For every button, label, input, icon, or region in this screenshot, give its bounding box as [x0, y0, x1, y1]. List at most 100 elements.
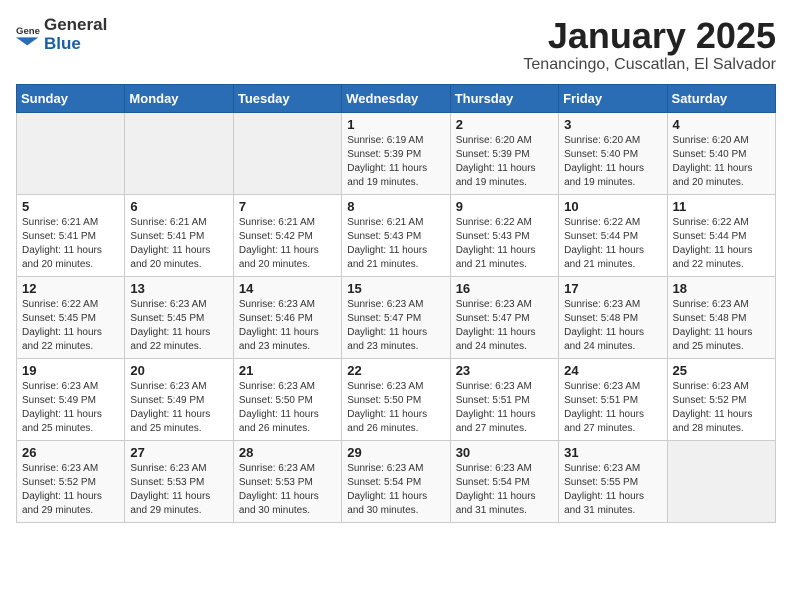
weekday-header-monday: Monday — [125, 84, 233, 112]
day-info: Sunrise: 6:23 AMSunset: 5:45 PMDaylight:… — [130, 298, 227, 354]
day-number: 17 — [564, 281, 661, 296]
day-info: Sunrise: 6:23 AMSunset: 5:46 PMDaylight:… — [239, 298, 336, 354]
weekday-header-wednesday: Wednesday — [342, 84, 450, 112]
day-number: 22 — [347, 363, 444, 378]
day-number: 14 — [239, 281, 336, 296]
calendar-cell: 27Sunrise: 6:23 AMSunset: 5:53 PMDayligh… — [125, 440, 233, 522]
day-number: 25 — [673, 363, 770, 378]
day-number: 3 — [564, 117, 661, 132]
day-number: 10 — [564, 199, 661, 214]
day-number: 31 — [564, 445, 661, 460]
logo-general-text: General — [44, 16, 107, 35]
calendar-cell: 24Sunrise: 6:23 AMSunset: 5:51 PMDayligh… — [559, 358, 667, 440]
calendar-cell — [667, 440, 775, 522]
calendar-cell: 11 Sunrise: 6:22 AMSunset: 5:44 PMDayligh… — [667, 194, 775, 276]
title-block: January 2025 Tenancingo, Cuscatlan, El S… — [523, 16, 776, 74]
calendar-cell: 31 Sunrise: 6:23 AMSunset: 5:55 PMDayligh… — [559, 440, 667, 522]
day-info: Sunrise: 6:22 AMSunset: 5:44 PMDaylight:… — [673, 216, 770, 272]
calendar-cell: 21Sunrise: 6:23 AMSunset: 5:50 PMDayligh… — [233, 358, 341, 440]
day-info: Sunrise: 6:23 AMSunset: 5:50 PMDaylight:… — [347, 380, 444, 436]
calendar-week-row: 1 Sunrise: 6:19 AMSunset: 5:39 PMDaylight… — [17, 112, 776, 194]
calendar-week-row: 26 Sunrise: 6:23 AMSunset: 5:52 PMDayligh… — [17, 440, 776, 522]
day-number: 1 — [347, 117, 444, 132]
day-number: 2 — [456, 117, 553, 132]
calendar-cell: 6 Sunrise: 6:21 AMSunset: 5:41 PMDaylight… — [125, 194, 233, 276]
day-number: 21 — [239, 363, 336, 378]
day-info: Sunrise: 6:21 AMSunset: 5:42 PMDaylight:… — [239, 216, 336, 272]
day-number: 27 — [130, 445, 227, 460]
day-info: Sunrise: 6:22 AMSunset: 5:44 PMDaylight:… — [564, 216, 661, 272]
day-info: Sunrise: 6:23 AMSunset: 5:53 PMDaylight:… — [239, 462, 336, 518]
calendar-cell: 17Sunrise: 6:23 AMSunset: 5:48 PMDayligh… — [559, 276, 667, 358]
calendar-cell: 13 Sunrise: 6:23 AMSunset: 5:45 PMDayligh… — [125, 276, 233, 358]
day-info: Sunrise: 6:21 AMSunset: 5:41 PMDaylight:… — [130, 216, 227, 272]
calendar-cell: 26 Sunrise: 6:23 AMSunset: 5:52 PMDayligh… — [17, 440, 125, 522]
calendar-cell: 29Sunrise: 6:23 AMSunset: 5:54 PMDayligh… — [342, 440, 450, 522]
day-info: Sunrise: 6:20 AMSunset: 5:39 PMDaylight:… — [456, 134, 553, 190]
day-info: Sunrise: 6:23 AMSunset: 5:51 PMDaylight:… — [456, 380, 553, 436]
day-number: 23 — [456, 363, 553, 378]
day-info: Sunrise: 6:23 AMSunset: 5:47 PMDaylight:… — [456, 298, 553, 354]
day-number: 6 — [130, 199, 227, 214]
day-info: Sunrise: 6:23 AMSunset: 5:52 PMDaylight:… — [22, 462, 119, 518]
day-info: Sunrise: 6:23 AMSunset: 5:55 PMDaylight:… — [564, 462, 661, 518]
calendar-cell: 25Sunrise: 6:23 AMSunset: 5:52 PMDayligh… — [667, 358, 775, 440]
logo: General General Blue — [16, 16, 107, 53]
calendar-cell: 2 Sunrise: 6:20 AMSunset: 5:39 PMDaylight… — [450, 112, 558, 194]
day-number: 13 — [130, 281, 227, 296]
calendar-cell: 19Sunrise: 6:23 AMSunset: 5:49 PMDayligh… — [17, 358, 125, 440]
calendar-cell — [125, 112, 233, 194]
day-number: 8 — [347, 199, 444, 214]
weekday-header-thursday: Thursday — [450, 84, 558, 112]
day-info: Sunrise: 6:20 AMSunset: 5:40 PMDaylight:… — [564, 134, 661, 190]
day-number: 24 — [564, 363, 661, 378]
weekday-header-row: SundayMondayTuesdayWednesdayThursdayFrid… — [17, 84, 776, 112]
day-number: 30 — [456, 445, 553, 460]
calendar-cell: 10 Sunrise: 6:22 AMSunset: 5:44 PMDayligh… — [559, 194, 667, 276]
day-number: 28 — [239, 445, 336, 460]
day-info: Sunrise: 6:22 AMSunset: 5:43 PMDaylight:… — [456, 216, 553, 272]
day-info: Sunrise: 6:19 AMSunset: 5:39 PMDaylight:… — [347, 134, 444, 190]
day-number: 5 — [22, 199, 119, 214]
month-title: January 2025 — [523, 16, 776, 56]
day-number: 16 — [456, 281, 553, 296]
day-number: 11 — [673, 199, 770, 214]
calendar-cell: 22 Sunrise: 6:23 AMSunset: 5:50 PMDayligh… — [342, 358, 450, 440]
day-info: Sunrise: 6:23 AMSunset: 5:54 PMDaylight:… — [347, 462, 444, 518]
page-header: General General Blue January 2025 Tenanc… — [16, 16, 776, 74]
day-info: Sunrise: 6:23 AMSunset: 5:49 PMDaylight:… — [130, 380, 227, 436]
calendar-cell: 23 Sunrise: 6:23 AMSunset: 5:51 PMDayligh… — [450, 358, 558, 440]
day-number: 18 — [673, 281, 770, 296]
calendar-cell: 15Sunrise: 6:23 AMSunset: 5:47 PMDayligh… — [342, 276, 450, 358]
logo-blue-text: Blue — [44, 35, 107, 54]
calendar-cell — [233, 112, 341, 194]
day-info: Sunrise: 6:22 AMSunset: 5:45 PMDaylight:… — [22, 298, 119, 354]
calendar-cell: 8Sunrise: 6:21 AMSunset: 5:43 PMDaylight… — [342, 194, 450, 276]
calendar-cell: 20Sunrise: 6:23 AMSunset: 5:49 PMDayligh… — [125, 358, 233, 440]
calendar-cell: 28 Sunrise: 6:23 AMSunset: 5:53 PMDayligh… — [233, 440, 341, 522]
calendar-cell: 5 Sunrise: 6:21 AMSunset: 5:41 PMDaylight… — [17, 194, 125, 276]
day-info: Sunrise: 6:21 AMSunset: 5:41 PMDaylight:… — [22, 216, 119, 272]
day-number: 12 — [22, 281, 119, 296]
calendar-cell: 14 Sunrise: 6:23 AMSunset: 5:46 PMDayligh… — [233, 276, 341, 358]
day-number: 9 — [456, 199, 553, 214]
day-info: Sunrise: 6:23 AMSunset: 5:49 PMDaylight:… — [22, 380, 119, 436]
calendar-week-row: 5 Sunrise: 6:21 AMSunset: 5:41 PMDaylight… — [17, 194, 776, 276]
day-number: 7 — [239, 199, 336, 214]
calendar-cell: 9 Sunrise: 6:22 AMSunset: 5:43 PMDaylight… — [450, 194, 558, 276]
calendar-table: SundayMondayTuesdayWednesdayThursdayFrid… — [16, 84, 776, 523]
day-number: 15 — [347, 281, 444, 296]
calendar-cell: 30Sunrise: 6:23 AMSunset: 5:54 PMDayligh… — [450, 440, 558, 522]
calendar-cell: 3 Sunrise: 6:20 AMSunset: 5:40 PMDaylight… — [559, 112, 667, 194]
logo-icon: General — [16, 23, 40, 47]
day-info: Sunrise: 6:23 AMSunset: 5:48 PMDaylight:… — [673, 298, 770, 354]
calendar-cell: 12 Sunrise: 6:22 AMSunset: 5:45 PMDayligh… — [17, 276, 125, 358]
calendar-cell — [17, 112, 125, 194]
calendar-cell: 1 Sunrise: 6:19 AMSunset: 5:39 PMDaylight… — [342, 112, 450, 194]
weekday-header-friday: Friday — [559, 84, 667, 112]
weekday-header-tuesday: Tuesday — [233, 84, 341, 112]
calendar-week-row: 19Sunrise: 6:23 AMSunset: 5:49 PMDayligh… — [17, 358, 776, 440]
day-number: 26 — [22, 445, 119, 460]
weekday-header-sunday: Sunday — [17, 84, 125, 112]
day-number: 4 — [673, 117, 770, 132]
